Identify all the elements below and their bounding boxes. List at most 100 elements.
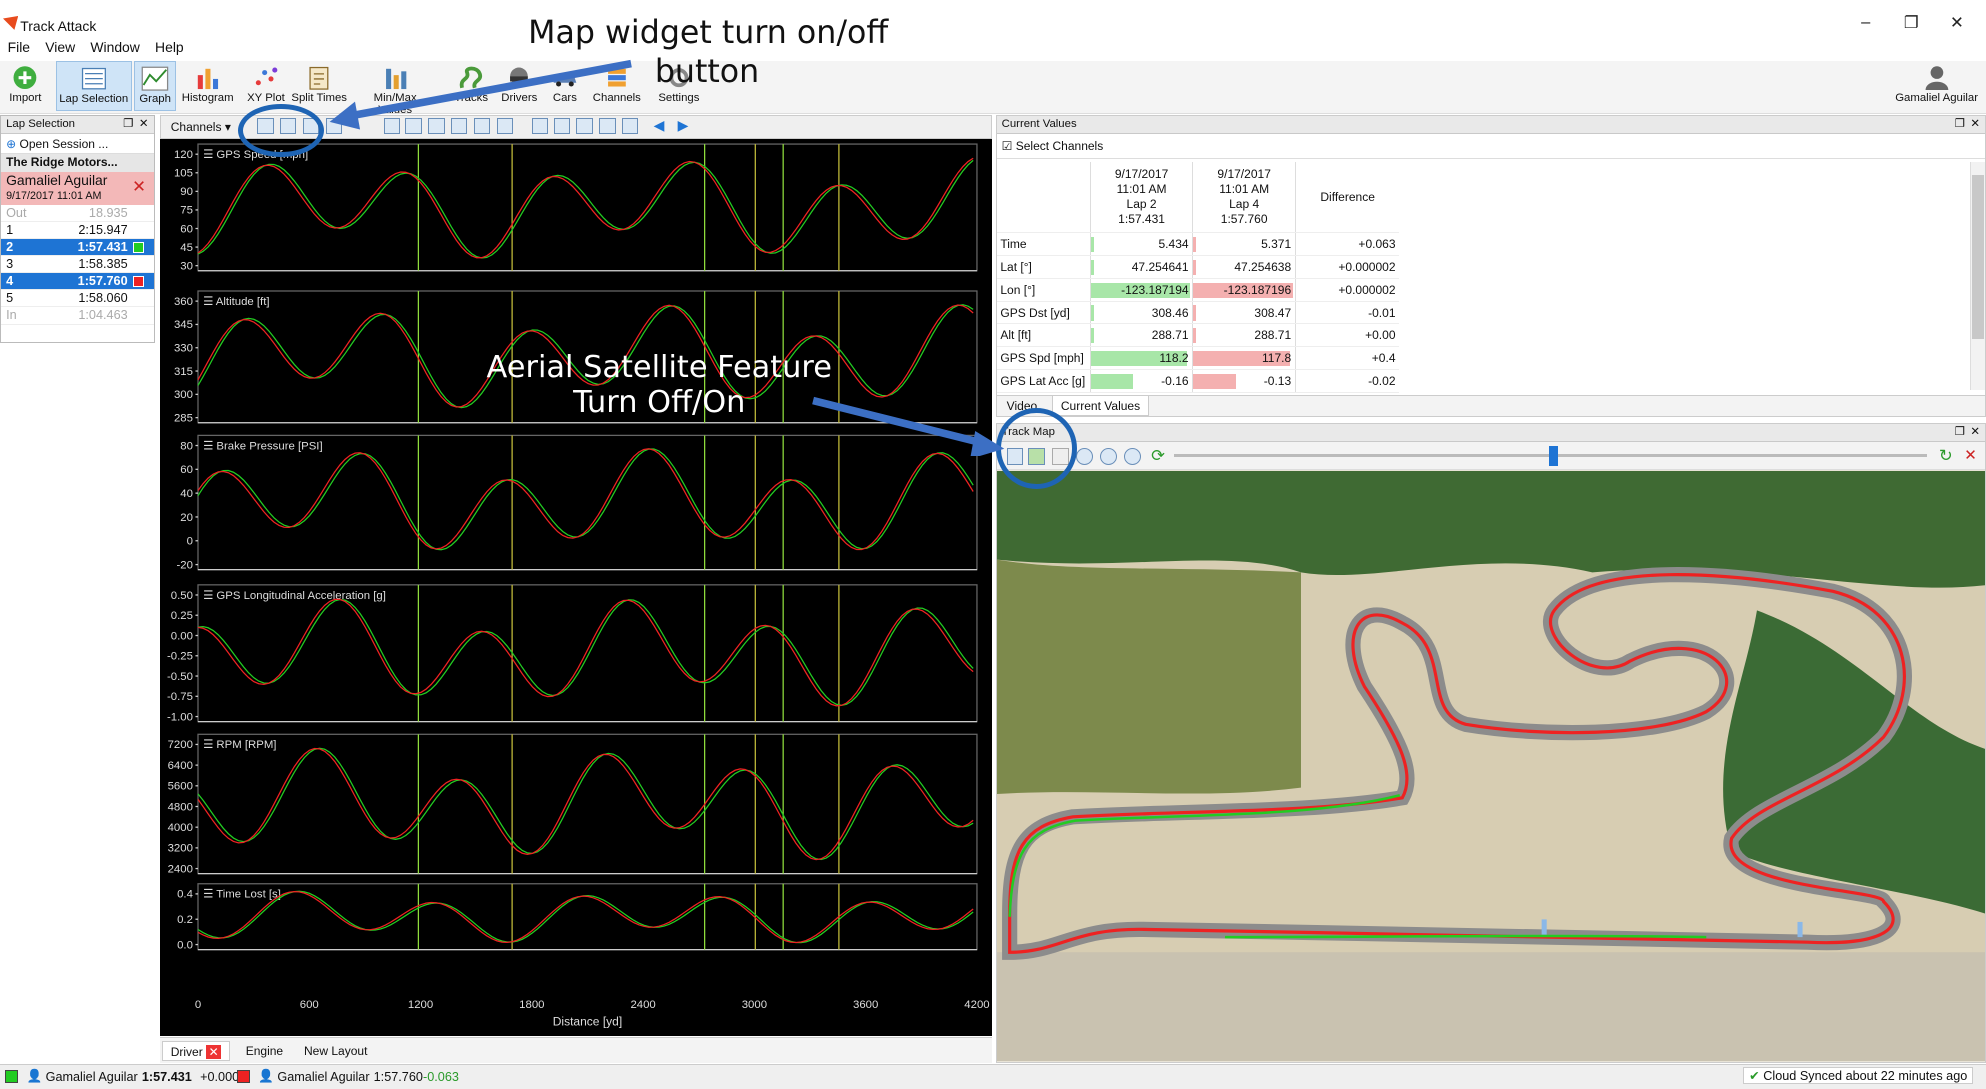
cloud-sync-label: Cloud Synced about 22 minutes ago <box>1763 1069 1968 1084</box>
y-tick-label: -0.25 <box>167 651 193 663</box>
y-tick-label: 105 <box>174 168 193 180</box>
loop-icon[interactable]: ↻ <box>1939 446 1953 466</box>
vertical-scrollbar[interactable] <box>1969 161 1986 390</box>
lap-a-value: 118.2 <box>1089 346 1193 371</box>
x-tick-label: 3000 <box>741 999 766 1011</box>
annotation-aerial-line1: Aerial Satellite Feature <box>486 349 832 385</box>
current-values-title: Current Values <box>1001 118 1077 131</box>
difference-value: -0.02 <box>1294 369 1400 393</box>
series-line <box>197 448 974 551</box>
y-tick-label: -1.00 <box>167 712 193 724</box>
lap-time: 1:57.431 <box>77 240 128 255</box>
y-tick-label: -0.50 <box>167 671 193 683</box>
status-lap-b-driver: Gamaliel Aguilar <box>277 1070 370 1084</box>
session-card[interactable]: Gamaliel Aguilar 9/17/2017 11:01 AM ✕ <box>1 171 154 205</box>
open-session-label: Open Session ... <box>19 136 109 151</box>
cloud-sync-status[interactable]: ✔ Cloud Synced about 22 minutes ago <box>1743 1067 1974 1085</box>
refresh-icon[interactable]: ⟳ <box>1151 446 1165 466</box>
playback-slider-handle[interactable] <box>1548 445 1558 466</box>
float-panel-icon[interactable]: ❐ <box>1955 116 1965 134</box>
close-panel-icon[interactable]: ✕ <box>1970 116 1980 134</box>
lap-row[interactable]: In 1:04.463 <box>1 307 154 325</box>
lap-row[interactable]: 2 1:57.431 <box>1 239 154 257</box>
open-session-button[interactable]: ⊕ Open Session ... <box>1 134 154 155</box>
lap-row[interactable]: 3 1:58.385 <box>1 256 154 274</box>
close-panel-icon[interactable]: ✕ <box>1970 424 1980 442</box>
series-line <box>197 448 974 551</box>
close-icon[interactable]: ✕ <box>1944 13 1969 33</box>
tab-current-values[interactable]: Current Values <box>1052 395 1149 417</box>
scrollbar-thumb[interactable] <box>1972 174 1984 340</box>
satellite-map[interactable] <box>996 470 1986 1062</box>
difference-header: Difference <box>1294 161 1400 234</box>
import-label: Import <box>9 92 42 105</box>
menu-view[interactable]: View <box>38 39 83 55</box>
lap-number: 1 <box>6 222 14 237</box>
track-attack-logo-icon <box>2 16 18 31</box>
menu-window[interactable]: Window <box>83 39 148 55</box>
mute-icon[interactable]: ✕ <box>1964 446 1977 464</box>
tab-engine[interactable]: Engine <box>238 1041 291 1061</box>
channel-name: GPS Lat Acc [g] <box>996 369 1091 393</box>
menu-file[interactable]: File <box>0 39 38 55</box>
channel-name: Alt [ft] <box>996 323 1091 348</box>
lap-selection-panel: Lap Selection ✕ ❐ ⊕ Open Session ... The R… <box>0 115 155 344</box>
lap-list: Out 18.935 1 2:15.947 2 1:57.431 3 1:58.385 4 1:5… <box>1 205 154 325</box>
lap-row[interactable]: Out 18.935 <box>1 205 154 222</box>
remove-session-icon[interactable]: ✕ <box>132 177 146 197</box>
graph-svg[interactable]: ☰ GPS Speed [mph]1201059075604530☰ Altit… <box>160 139 992 1036</box>
close-tab-icon[interactable]: ✕ <box>206 1044 222 1059</box>
track-map-header: Track Map ✕ ❐ <box>996 424 1986 442</box>
close-panel-icon[interactable]: ✕ <box>139 116 149 134</box>
y-tick-label: 120 <box>174 149 193 161</box>
lap-a-value-text: 288.71 <box>1151 328 1189 343</box>
scatter-icon <box>255 67 278 85</box>
lap-row[interactable]: 4 1:57.760 <box>1 273 154 291</box>
y-tick-label: 80 <box>180 441 193 453</box>
next-arrow-icon[interactable]: ▶ <box>678 117 689 134</box>
minimize-icon[interactable]: – <box>1853 13 1878 32</box>
lap-time: 18.935 <box>88 205 128 220</box>
lap-selection-button[interactable]: Lap Selection <box>55 60 132 112</box>
current-values-table: 9/17/2017 11:01 AM Lap 2 1:57.431 9/17/2017… <box>996 161 1400 393</box>
y-tick-label: 2400 <box>167 864 192 876</box>
lap-color-swatch[interactable] <box>132 241 145 253</box>
lap-selection-header: Lap Selection ✕ ❐ <box>1 116 154 134</box>
user-account-button[interactable]: Gamaliel Aguilar <box>1892 61 1981 112</box>
status-lap-b-time: 1:57.760 <box>373 1070 423 1084</box>
restore-icon[interactable]: ❐ <box>1899 13 1924 33</box>
y-tick-label: 330 <box>174 343 193 355</box>
y-tick-label: -20 <box>176 560 192 572</box>
graph-button[interactable]: Graph <box>134 60 177 112</box>
add-icon: ⊕ <box>6 136 17 151</box>
series-line <box>197 748 974 861</box>
lap-number: Out <box>6 205 27 220</box>
select-channels-button[interactable]: ☑ Select Channels <box>996 134 1986 160</box>
graph-canvas[interactable]: ☰ GPS Speed [mph] 120 105 90 75 60 45 30 ☰ Altit… <box>159 139 992 1037</box>
menu-help[interactable]: Help <box>147 39 191 55</box>
zoom-in-icon[interactable] <box>1076 448 1093 465</box>
zoom-out-icon[interactable] <box>1100 448 1117 465</box>
lap-row[interactable]: 1 2:15.947 <box>1 222 154 240</box>
histogram-button[interactable]: Histogram <box>180 61 236 112</box>
previous-arrow-icon[interactable]: ◀ <box>654 117 665 134</box>
lap-color-swatch[interactable] <box>132 275 145 288</box>
channels-dropdown[interactable]: Channels ▾ <box>171 120 231 134</box>
float-panel-icon[interactable]: ❐ <box>1955 424 1965 442</box>
tab-driver[interactable]: Driver ✕ <box>162 1040 230 1062</box>
import-button[interactable]: Import <box>3 61 49 112</box>
y-tick-label: 315 <box>174 366 193 378</box>
lap-row[interactable]: 5 1:58.060 <box>1 290 154 308</box>
lap-number: 5 <box>6 291 14 306</box>
x-tick-label: 1200 <box>407 999 432 1011</box>
venue-label: The Ridge Motors... <box>1 154 154 172</box>
lap-selection-title: Lap Selection <box>6 118 75 131</box>
lap-a-value-bar <box>1090 305 1094 321</box>
float-panel-icon[interactable]: ❐ <box>123 116 133 134</box>
lap-b-value: 47.254638 <box>1192 255 1296 279</box>
series-line <box>197 160 974 259</box>
tab-new-layout[interactable]: New Layout <box>296 1041 375 1061</box>
current-values-rows: Time 5.434 5.371 +0.063 Lat [°] 47.254641 47.2… <box>996 232 1400 393</box>
zoom-fit-icon[interactable] <box>1124 448 1141 465</box>
lap-b-value: 117.8 <box>1192 346 1296 371</box>
